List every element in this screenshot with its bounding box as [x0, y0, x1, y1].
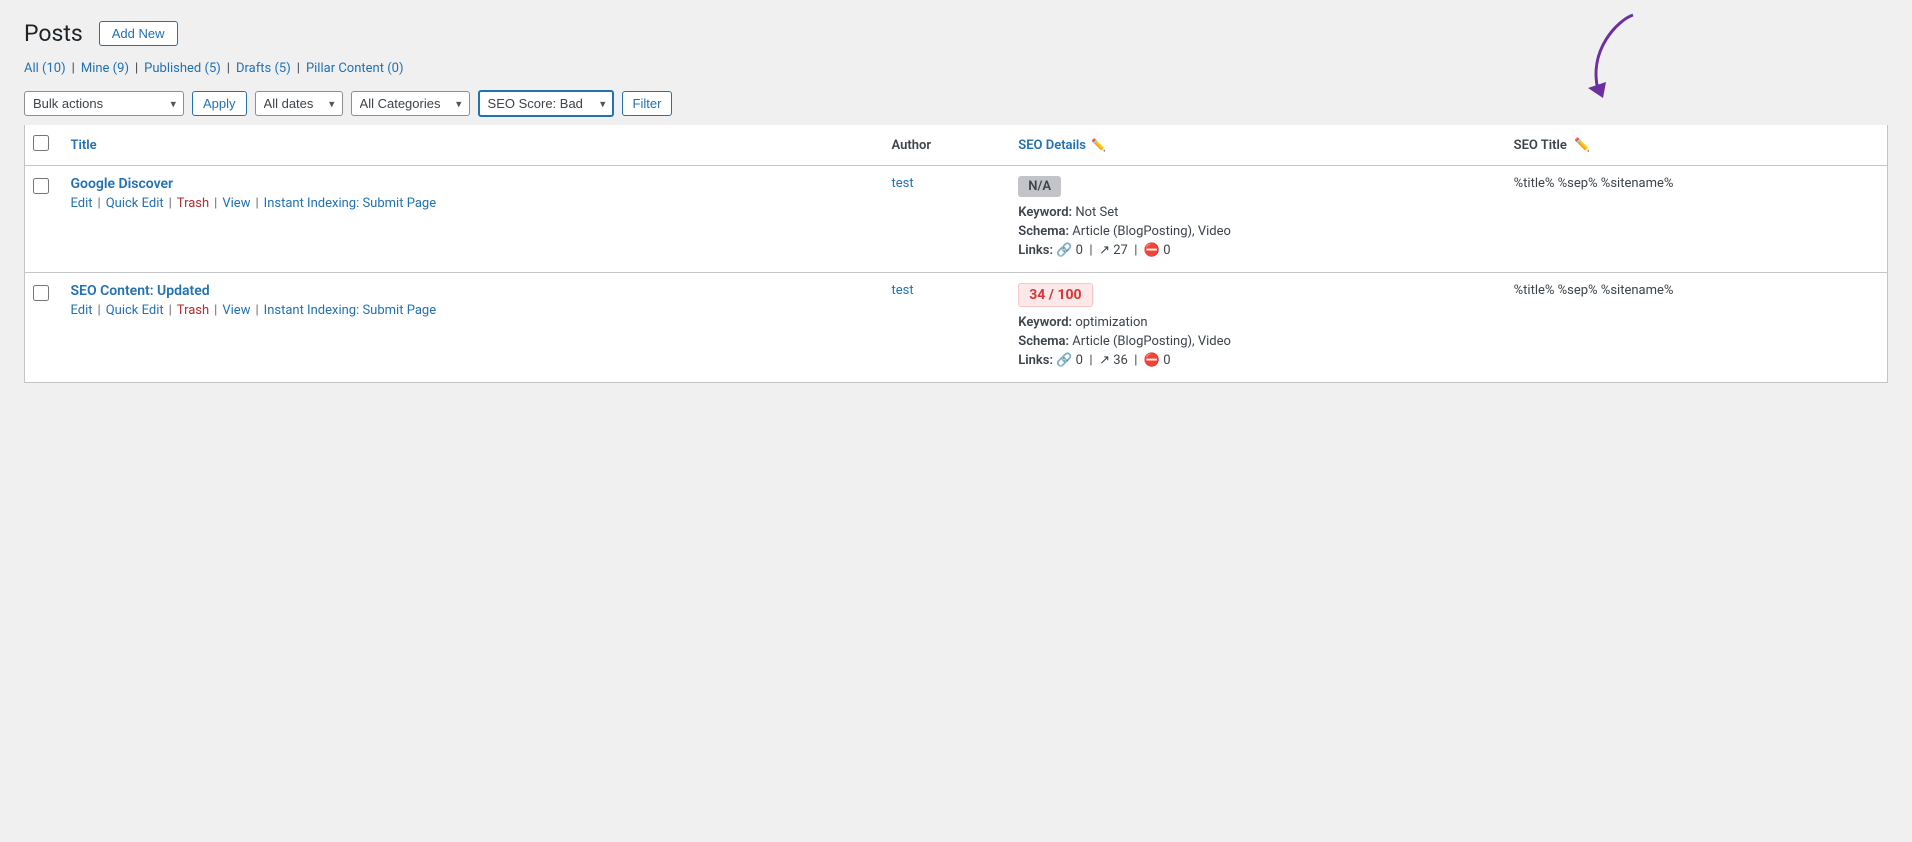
link-nofollow-icon-1: ⛔	[1144, 353, 1160, 368]
seo-title-cell-1: %title% %sep% %sitename%	[1504, 273, 1888, 383]
row-actions-1: Edit | Quick Edit | Trash | View | Insta…	[71, 303, 872, 318]
seo-badge-bad-1: 34 / 100	[1018, 283, 1092, 307]
post-title-link-0[interactable]: Google Discover	[71, 176, 174, 192]
col-header-title[interactable]: Title	[61, 125, 882, 166]
author-link-0[interactable]: test	[892, 176, 914, 191]
row-checkbox-1	[25, 273, 61, 383]
filter-published[interactable]: Published (5)	[144, 61, 221, 76]
schema-line-1: Schema: Article (BlogPosting), Video	[1018, 334, 1493, 349]
post-title-cell-0: Google Discover Edit | Quick Edit | Tras…	[61, 166, 882, 273]
table-row: SEO Content: Updated Edit | Quick Edit |…	[25, 273, 1888, 383]
filter-mine[interactable]: Mine (9)	[81, 61, 129, 76]
links-line-0: Links: 🔗 0 | ↗ 27 | ⛔ 0	[1018, 243, 1493, 258]
sep-3: |	[227, 61, 230, 76]
apply-button[interactable]: Apply	[192, 91, 247, 116]
sep: |	[169, 196, 172, 211]
seo-details-cell-1: 34 / 100 Keyword: optimization Schema: A…	[1008, 273, 1503, 383]
col-header-seo-title: SEO Title ✏️	[1504, 125, 1888, 166]
all-dates-select[interactable]: All dates	[255, 91, 343, 116]
col-header-seo-details[interactable]: SEO Details ✏️	[1008, 125, 1503, 166]
row-checkbox-0	[25, 166, 61, 273]
all-categories-wrap[interactable]: All Categories ▾	[351, 91, 470, 116]
post-checkbox-1[interactable]	[33, 285, 49, 301]
sep: |	[214, 196, 217, 211]
col-title-link[interactable]: Title	[71, 138, 872, 153]
seo-title-edit-icon: ✏️	[1574, 138, 1590, 153]
author-link-1[interactable]: test	[892, 283, 914, 298]
seo-badge-na-0: N/A	[1018, 176, 1061, 197]
view-link-1[interactable]: View	[222, 303, 250, 318]
link-internal-icon-0: 🔗	[1056, 243, 1072, 258]
page-title: Posts	[24, 20, 83, 47]
filter-pillar[interactable]: Pillar Content (0)	[306, 61, 404, 76]
posts-table: Title Author SEO Details ✏️ SEO Title ✏️	[24, 125, 1888, 383]
instant-indexing-link-0[interactable]: Instant Indexing: Submit Page	[264, 196, 436, 211]
post-checkbox-0[interactable]	[33, 178, 49, 194]
seo-score-select[interactable]: SEO Score: Bad	[478, 90, 614, 117]
edit-link-1[interactable]: Edit	[71, 303, 93, 318]
filter-all[interactable]: All (10)	[24, 61, 66, 76]
filter-button[interactable]: Filter	[622, 91, 673, 116]
seo-score-wrap[interactable]: SEO Score: Bad ▾	[478, 90, 614, 117]
sep-4: |	[297, 61, 300, 76]
post-title-cell-1: SEO Content: Updated Edit | Quick Edit |…	[61, 273, 882, 383]
edit-link-0[interactable]: Edit	[71, 196, 93, 211]
sep: |	[255, 303, 258, 318]
schema-line-0: Schema: Article (BlogPosting), Video	[1018, 224, 1493, 239]
col-seo-details-link[interactable]: SEO Details ✏️	[1018, 138, 1106, 153]
sep: |	[98, 303, 101, 318]
filter-drafts[interactable]: Drafts (5)	[236, 61, 291, 76]
sep: |	[169, 303, 172, 318]
filter-published-link[interactable]: Published (5)	[144, 61, 221, 76]
quick-edit-link-0[interactable]: Quick Edit	[106, 196, 164, 211]
link-external-icon-0: ↗	[1099, 243, 1110, 258]
instant-indexing-link-1[interactable]: Instant Indexing: Submit Page	[264, 303, 436, 318]
sep: |	[98, 196, 101, 211]
view-link-0[interactable]: View	[222, 196, 250, 211]
trash-link-0[interactable]: Trash	[177, 196, 209, 211]
link-external-icon-1: ↗	[1099, 353, 1110, 368]
seo-details-cell-0: N/A Keyword: Not Set Schema: Article (Bl…	[1008, 166, 1503, 273]
select-all-checkbox[interactable]	[33, 135, 49, 151]
links-line-1: Links: 🔗 0 | ↗ 36 | ⛔ 0	[1018, 353, 1493, 368]
filter-all-link[interactable]: All (10)	[24, 61, 66, 76]
post-filter-nav: All (10) | Mine (9) | Published (5) | Dr…	[24, 61, 1888, 76]
post-title-link-1[interactable]: SEO Content: Updated	[71, 283, 210, 299]
post-author-cell-0: test	[882, 166, 1009, 273]
all-categories-select[interactable]: All Categories	[351, 91, 470, 116]
seo-details-edit-icon: ✏️	[1091, 138, 1106, 152]
trash-link-1[interactable]: Trash	[177, 303, 209, 318]
keyword-line-1: Keyword: optimization	[1018, 315, 1493, 330]
tablenav: Bulk actions ▾ Apply All dates ▾ All Cat…	[24, 90, 1888, 117]
seo-title-cell-0: %title% %sep% %sitename%	[1504, 166, 1888, 273]
sep-2: |	[135, 61, 138, 76]
link-internal-icon-1: 🔗	[1056, 353, 1072, 368]
post-author-cell-1: test	[882, 273, 1009, 383]
bulk-actions-wrap[interactable]: Bulk actions ▾	[24, 91, 184, 116]
sep: |	[255, 196, 258, 211]
filter-drafts-link[interactable]: Drafts (5)	[236, 61, 291, 76]
filter-pillar-link[interactable]: Pillar Content (0)	[306, 61, 404, 76]
quick-edit-link-1[interactable]: Quick Edit	[106, 303, 164, 318]
row-actions-0: Edit | Quick Edit | Trash | View | Insta…	[71, 196, 872, 211]
link-nofollow-icon-0: ⛔	[1144, 243, 1160, 258]
bulk-actions-select[interactable]: Bulk actions	[24, 91, 184, 116]
sep-1: |	[72, 61, 75, 76]
keyword-line-0: Keyword: Not Set	[1018, 205, 1493, 220]
table-row: Google Discover Edit | Quick Edit | Tras…	[25, 166, 1888, 273]
col-header-author: Author	[882, 125, 1009, 166]
sep: |	[214, 303, 217, 318]
all-dates-wrap[interactable]: All dates ▾	[255, 91, 343, 116]
filter-mine-link[interactable]: Mine (9)	[81, 61, 129, 76]
add-new-button[interactable]: Add New	[99, 21, 178, 46]
col-header-checkbox	[25, 125, 61, 166]
